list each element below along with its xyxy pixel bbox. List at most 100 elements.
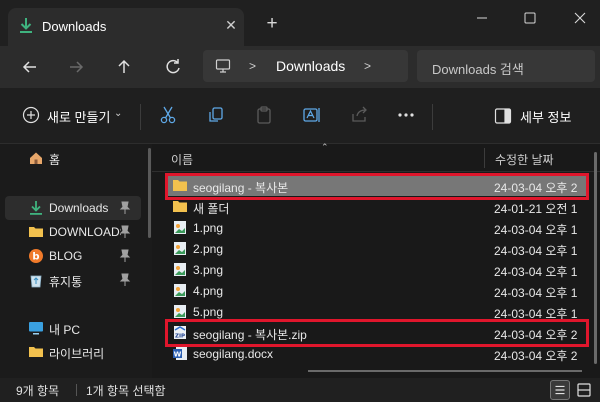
file-row[interactable]: 3.png 24-03-04 오후 1: <box>166 259 586 280</box>
home-icon <box>30 152 42 164</box>
image-file-icon <box>174 242 186 255</box>
column-header-name[interactable]: 이름 <box>171 151 193 168</box>
forward-arrow-icon[interactable] <box>65 56 87 78</box>
address-bar[interactable]: > Downloads > <box>203 50 408 82</box>
sort-ascending-icon: ⌃ <box>321 142 329 152</box>
sidebar-item-this-pc[interactable]: 내 PC <box>5 316 141 340</box>
file-name: 2.png <box>193 242 224 256</box>
sidebar-item-recycle-bin[interactable]: 휴지통 <box>5 268 141 292</box>
sidebar-item-label: DOWNLOADS <box>49 225 121 239</box>
column-divider[interactable] <box>484 148 485 168</box>
tab-title: Downloads <box>42 19 107 34</box>
column-header-date[interactable]: 수정한 날짜 <box>495 151 554 168</box>
file-name: 1.png <box>193 221 224 235</box>
file-date: 24-03-04 오후 1: <box>494 286 577 300</box>
paste-icon <box>257 106 271 124</box>
share-icon <box>352 106 367 122</box>
minimize-button[interactable] <box>468 8 496 28</box>
highlight-box <box>165 319 589 347</box>
file-name: 3.png <box>193 263 224 277</box>
maximize-button[interactable] <box>516 8 544 28</box>
file-name: 4.png <box>193 284 224 298</box>
plus-circle-icon <box>22 106 40 124</box>
pin-icon[interactable] <box>119 273 131 287</box>
details-pane-label: 세부 정보 <box>520 110 572 125</box>
sidebar-item-downloads[interactable]: Downloads <box>5 196 141 220</box>
file-row[interactable]: 2.png 24-03-04 오후 1: <box>166 238 586 259</box>
sidebar-item-label: 홈 <box>49 153 61 167</box>
tab-downloads[interactable]: Downloads ✕ <box>8 8 244 46</box>
sidebar-item-home[interactable]: 홈 <box>5 146 141 170</box>
command-bar: 새로 만들기 ⌄ 세부 정보 <box>0 88 600 144</box>
navigation-bar: > Downloads > Downloads 검색 <box>0 46 600 88</box>
sidebar-item-library[interactable]: 라이브러리 <box>5 340 141 364</box>
sidebar-item-label: 라이브러리 <box>49 347 105 361</box>
tiles-view-icon[interactable] <box>574 380 594 400</box>
blog-icon: b <box>29 249 43 263</box>
status-bar: 9개 항목 1개 항목 선택함 <box>0 378 600 402</box>
pin-icon[interactable] <box>119 201 131 215</box>
search-placeholder: Downloads 검색 <box>432 62 524 77</box>
search-input[interactable]: Downloads 검색 <box>417 50 595 82</box>
file-name: seogilang.docx <box>193 347 274 361</box>
rename-icon[interactable] <box>302 105 322 125</box>
navigation-pane: 홈 Downloads DOWNLOADS b BLOG 휴지통 내 PC 라이… <box>0 144 152 378</box>
details-pane-icon <box>494 108 512 124</box>
divider <box>432 104 433 130</box>
chevron-down-icon: ⌄ <box>114 108 123 119</box>
highlight-box <box>165 173 589 200</box>
sidebar-item-label: 내 PC <box>49 323 81 337</box>
file-date: 24-01-21 오전 1: <box>494 202 577 216</box>
pin-icon[interactable] <box>119 249 131 263</box>
horizontal-scrollbar[interactable] <box>308 370 582 372</box>
copy-icon[interactable] <box>206 105 226 125</box>
breadcrumb-location[interactable]: Downloads <box>276 58 345 74</box>
file-row[interactable]: 1.png 24-03-04 오후 1: <box>166 217 586 238</box>
folder-icon <box>29 227 43 237</box>
pin-icon[interactable] <box>119 225 131 239</box>
file-row[interactable]: 4.png 24-03-04 오후 1: <box>166 280 586 301</box>
sidebar-item-label: Downloads <box>49 201 109 215</box>
file-list: ⌃ 이름 수정한 날짜 seogilang - 복사본 24-03-04 오후 … <box>152 142 600 378</box>
sidebar-item-blog[interactable]: b BLOG <box>5 244 141 268</box>
item-count: 9개 항목 <box>16 384 60 398</box>
selection-count: 1개 항목 선택함 <box>86 384 166 398</box>
details-view-icon[interactable] <box>550 380 570 400</box>
image-file-icon <box>174 284 186 297</box>
breadcrumb-chevron-icon[interactable]: > <box>364 59 371 73</box>
vertical-scrollbar[interactable] <box>594 152 597 364</box>
column-header: ⌃ 이름 수정한 날짜 <box>152 142 600 172</box>
back-arrow-icon[interactable] <box>19 56 41 78</box>
title-bar: Downloads ✕ + <box>0 0 600 46</box>
tab-close-button[interactable]: ✕ <box>222 16 240 34</box>
pc-icon <box>29 322 43 335</box>
new-button-label: 새로 만들기 <box>47 110 111 125</box>
monitor-icon <box>215 59 231 73</box>
image-file-icon <box>174 221 186 234</box>
refresh-icon[interactable] <box>162 56 184 78</box>
breadcrumb-chevron-icon[interactable]: > <box>249 59 256 73</box>
sidebar-scrollbar[interactable] <box>148 148 151 238</box>
file-date: 24-03-04 오후 1: <box>494 244 577 258</box>
new-tab-button[interactable]: + <box>262 14 282 34</box>
divider <box>76 384 77 396</box>
file-date: 24-03-04 오후 2: <box>494 349 577 363</box>
divider <box>140 104 141 130</box>
cut-icon[interactable] <box>158 105 178 125</box>
library-folder-icon <box>29 347 43 357</box>
image-file-icon <box>174 263 186 276</box>
image-file-icon <box>174 305 186 318</box>
file-date: 24-03-04 오후 1: <box>494 223 577 237</box>
file-name: 새 폴더 <box>193 202 230 216</box>
word-file-icon: W <box>173 347 187 360</box>
svg-text:b: b <box>32 252 39 263</box>
up-arrow-icon[interactable] <box>113 56 135 78</box>
svg-text:W: W <box>174 351 182 359</box>
file-name: 5.png <box>193 305 224 319</box>
folder-icon <box>173 201 187 212</box>
close-window-button[interactable] <box>566 8 594 28</box>
more-options-icon[interactable] <box>396 105 416 125</box>
sidebar-item-label: BLOG <box>49 249 83 263</box>
sidebar-item-downloads-folder[interactable]: DOWNLOADS <box>5 220 141 244</box>
download-icon <box>30 201 42 215</box>
